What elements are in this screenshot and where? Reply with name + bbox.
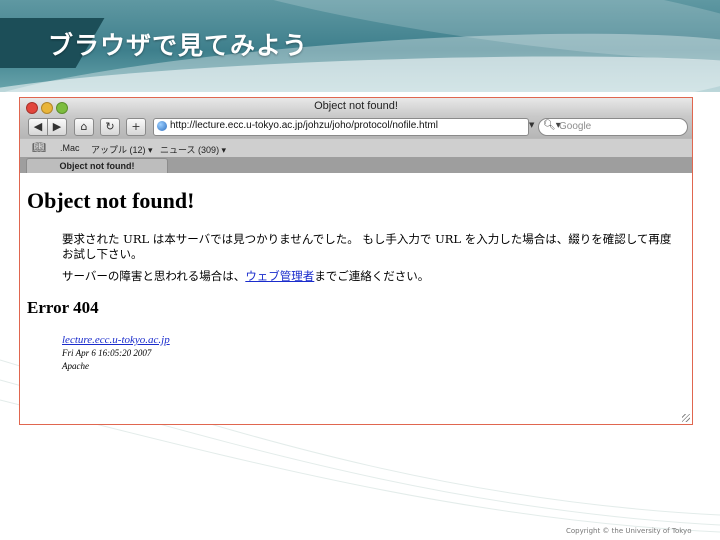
tab-bar: Object not found! (20, 157, 692, 174)
reload-button[interactable]: ↻ (100, 118, 120, 136)
address-url: http://lecture.ecc.u-tokyo.ac.jp/johzu/j… (170, 120, 438, 131)
contact-prefix: サーバーの障害と思われる場合は、 (62, 269, 246, 283)
server-host-link[interactable]: lecture.ecc.u-tokyo.ac.jp (62, 333, 170, 347)
page-content: Object not found! 要求された URL は本サーバでは見つかりま… (20, 173, 692, 424)
browser-toolbar: ◀ ▶ ⌂ ↻ + http://lecture.ecc.u-tokyo.ac.… (20, 116, 692, 138)
webmaster-link[interactable]: ウェブ管理者 (245, 269, 314, 283)
server-date: Fri Apr 6 16:05:20 2007 (62, 348, 152, 358)
home-icon: ⌂ (80, 120, 88, 133)
title-bar[interactable]: Object not found! (20, 98, 692, 116)
address-bar[interactable]: http://lecture.ecc.u-tokyo.ac.jp/johzu/j… (153, 118, 529, 136)
bookmarks-book-icon[interactable]: 📖︎ (32, 141, 46, 154)
error-page-title: Object not found! (27, 188, 195, 213)
bookmark-mac[interactable]: .Mac (60, 143, 80, 153)
globe-icon (157, 121, 167, 131)
back-button[interactable]: ◀ (28, 118, 48, 136)
error-message: 要求された URL は本サーバでは見つかりませんでした。 もし手入力で URL … (62, 232, 672, 261)
bookmarks-bar: 📖︎ .Mac アップル (12) ▾ ニュース (309) ▾ (20, 138, 692, 158)
forward-button[interactable]: ▶ (47, 118, 67, 136)
bookmark-apple[interactable]: アップル (12) ▾ (91, 143, 153, 156)
arrow-left-icon: ◀ (33, 120, 43, 133)
server-signature: lecture.ecc.u-tokyo.ac.jp Fri Apr 6 16:0… (62, 333, 170, 373)
home-button[interactable]: ⌂ (74, 118, 94, 136)
reload-icon: ↻ (105, 120, 115, 133)
tab-object-not-found[interactable]: Object not found! (26, 158, 168, 174)
resize-handle[interactable] (682, 414, 690, 422)
slide-title: ブラウザで見てみよう (48, 31, 309, 60)
server-software: Apache (62, 361, 89, 371)
contact-message: サーバーの障害と思われる場合は、ウェブ管理者までご連絡ください。 (62, 269, 429, 284)
error-code-heading: Error 404 (27, 298, 99, 317)
search-field[interactable]: 🔍︎▾ Google (538, 118, 688, 136)
add-bookmark-button[interactable]: + (126, 118, 146, 136)
copyright-notice: Copyright © the University of Tokyo (566, 527, 692, 535)
bookmark-news[interactable]: ニュース (309) ▾ (160, 143, 226, 156)
plus-icon: + (131, 120, 141, 133)
arrow-right-icon: ▶ (52, 120, 62, 133)
window-title: Object not found! (314, 100, 398, 112)
contact-suffix: までご連絡ください。 (314, 269, 430, 283)
browser-window: Object not found! ◀ ▶ ⌂ ↻ + http://lectu… (19, 97, 693, 425)
chevron-down-icon[interactable]: ▼ (529, 121, 534, 129)
search-placeholder: Google (559, 121, 592, 132)
